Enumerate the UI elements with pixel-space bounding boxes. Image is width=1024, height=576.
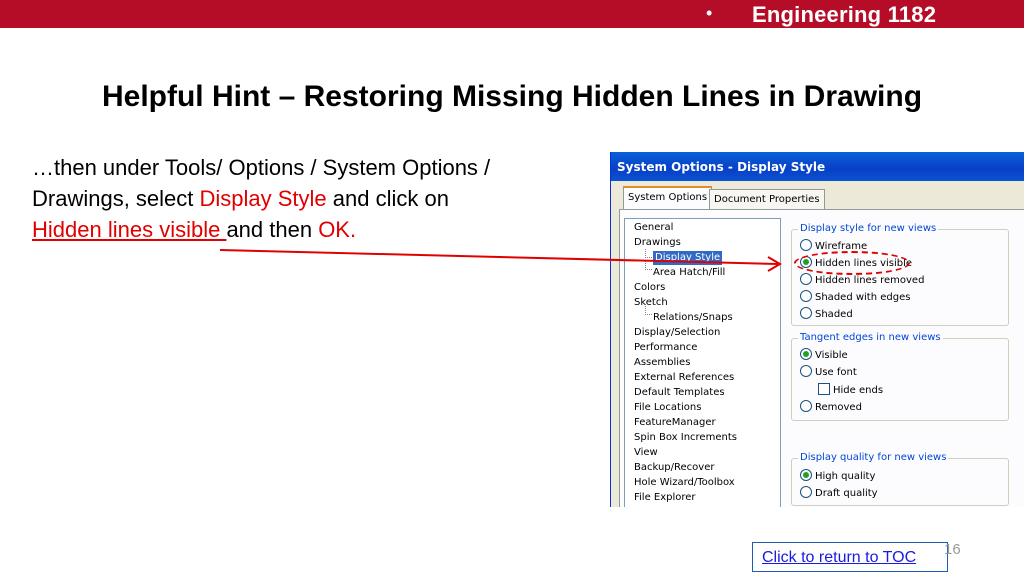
radio-selected-icon — [800, 348, 812, 360]
tree-item-featuremanager[interactable]: FeatureManager — [634, 416, 716, 430]
radio-use-font[interactable]: Use font — [800, 365, 857, 379]
tree-item-assemblies[interactable]: Assemblies — [634, 356, 690, 370]
header-bullet: • — [706, 3, 713, 23]
system-options-dialog: System Options - Display Style System Op… — [610, 152, 1024, 507]
radio-high-quality-label: High quality — [815, 471, 876, 482]
tree-item-hole-wizard[interactable]: Hole Wizard/Toolbox — [634, 476, 735, 490]
tree-item-backup-recover[interactable]: Backup/Recover — [634, 461, 714, 475]
instruction-line-3b: and then — [226, 217, 319, 242]
radio-icon — [800, 239, 812, 251]
radio-icon — [800, 307, 812, 319]
tree-item-external-references[interactable]: External References — [634, 371, 734, 385]
display-quality-group-label: Display quality for new views — [798, 452, 949, 463]
display-style-highlight: Display Style — [199, 186, 327, 211]
tree-item-colors[interactable]: Colors — [634, 281, 665, 295]
top-bar: • Engineering 1182 — [0, 0, 1024, 28]
radio-hidden-lines-removed[interactable]: Hidden lines removed — [800, 273, 924, 287]
display-quality-group: Display quality for new views High quali… — [791, 452, 1009, 506]
checkbox-hide-ends-label: Hide ends — [833, 385, 884, 396]
tangent-edges-group: Tangent edges in new views Visible Use f… — [791, 332, 1009, 421]
tree-item-file-explorer[interactable]: File Explorer — [634, 491, 696, 505]
radio-hidden-lines-removed-label: Hidden lines removed — [815, 275, 925, 286]
tab-document-properties[interactable]: Document Properties — [709, 189, 825, 210]
toc-link-box: Click to return to TOC — [752, 542, 948, 572]
options-tree: General Drawings Display Style Area Hatc… — [624, 218, 781, 507]
tree-connector — [645, 249, 652, 258]
radio-draft-quality[interactable]: Draft quality — [800, 486, 878, 500]
display-style-group: Display style for new views Wireframe Hi… — [791, 223, 1009, 326]
radio-tangent-visible-label: Visible — [815, 350, 848, 361]
dialog-title-bar: System Options - Display Style — [611, 152, 1024, 181]
instruction-text: …then under Tools/ Options / System Opti… — [32, 152, 592, 245]
tree-item-view[interactable]: View — [634, 446, 658, 460]
checkbox-hide-ends[interactable]: Hide ends — [818, 383, 883, 397]
page-number: 16 — [944, 541, 961, 558]
instruction-line-2a: Drawings, select — [32, 186, 200, 211]
radio-shaded-with-edges-label: Shaded with edges — [815, 292, 911, 303]
ok-highlight: OK. — [318, 217, 357, 242]
radio-icon — [800, 273, 812, 285]
radio-icon — [800, 290, 812, 302]
highlight-oval — [794, 251, 910, 275]
dialog-title: System Options - Display Style — [617, 160, 826, 174]
radio-icon — [800, 400, 812, 412]
return-to-toc-link[interactable]: Click to return to TOC — [762, 549, 916, 567]
course-title: Engineering 1182 — [752, 2, 937, 27]
tree-item-file-locations[interactable]: File Locations — [634, 401, 701, 415]
tangent-edges-group-label: Tangent edges in new views — [798, 332, 943, 343]
radio-use-font-label: Use font — [815, 367, 857, 378]
hidden-lines-visible-highlight: Hidden lines visible — [32, 217, 227, 242]
tree-item-area-hatch[interactable]: Area Hatch/Fill — [653, 266, 725, 280]
radio-tangent-visible[interactable]: Visible — [800, 348, 848, 362]
instruction-line-2c: and click on — [326, 186, 449, 211]
tree-item-drawings[interactable]: Drawings — [634, 236, 681, 250]
slide-title: Helpful Hint – Restoring Missing Hidden … — [101, 80, 923, 113]
radio-shaded-with-edges[interactable]: Shaded with edges — [800, 290, 910, 304]
checkbox-icon — [818, 383, 830, 395]
tree-item-display-style[interactable]: Display Style — [653, 251, 723, 265]
radio-removed[interactable]: Removed — [800, 400, 862, 414]
radio-icon — [800, 486, 812, 498]
radio-removed-label: Removed — [815, 402, 862, 413]
radio-high-quality[interactable]: High quality — [800, 469, 875, 483]
display-style-group-label: Display style for new views — [798, 223, 939, 234]
tree-item-default-templates[interactable]: Default Templates — [634, 386, 725, 400]
tree-item-display-selection[interactable]: Display/Selection — [634, 326, 720, 340]
tree-connector — [645, 306, 652, 315]
tree-item-spin-box[interactable]: Spin Box Increments — [634, 431, 737, 445]
radio-draft-quality-label: Draft quality — [815, 488, 878, 499]
radio-shaded-label: Shaded — [815, 309, 853, 320]
tree-item-general[interactable]: General — [634, 221, 673, 235]
radio-selected-icon — [800, 469, 812, 481]
radio-shaded[interactable]: Shaded — [800, 307, 853, 321]
tree-item-performance[interactable]: Performance — [634, 341, 697, 355]
tree-item-relations-snaps[interactable]: Relations/Snaps — [653, 311, 733, 325]
instruction-line-1: …then under Tools/ Options / System Opti… — [32, 155, 491, 180]
radio-icon — [800, 365, 812, 377]
tree-connector — [645, 261, 652, 270]
